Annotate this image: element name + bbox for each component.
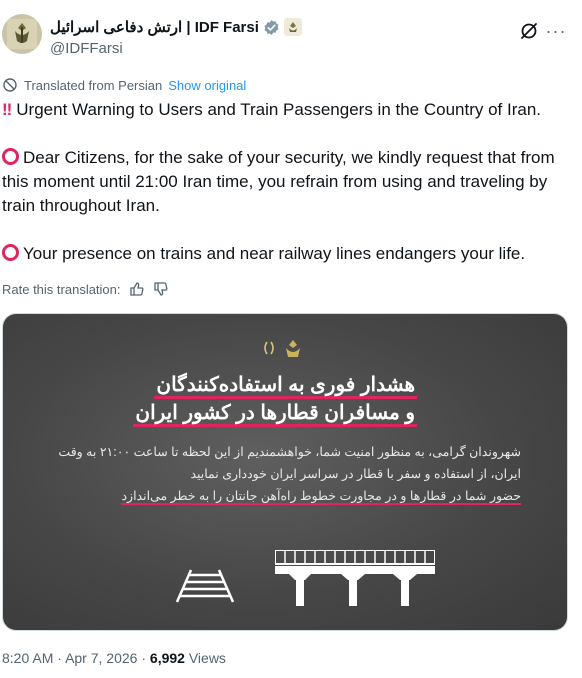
show-original-link[interactable]: Show original: [168, 78, 246, 93]
rate-label: Rate this translation:: [2, 281, 121, 297]
account-handle[interactable]: @IDFFarsi: [50, 40, 123, 57]
tweet-meta: 8:20 AM · Apr 7, 2026 · 6,992 Views: [2, 650, 226, 666]
media-headline: هشدار فوری به استفاده‌کنندگان و مسافران …: [133, 372, 417, 428]
railway-track-icon: [175, 569, 235, 603]
tweet-paragraph-3: Your presence on trains and near railway…: [2, 242, 572, 266]
translated-label: Translated from Persian: [24, 77, 163, 93]
tweet-paragraph-2: Dear Citizens, for the sake of your secu…: [2, 148, 555, 215]
views-label: Views: [188, 650, 226, 666]
translate-icon: [3, 78, 17, 92]
display-name-row: ارتش دفاعی اسرائیل | IDF Farsi: [50, 18, 302, 36]
tweet-time[interactable]: 8:20 AM: [2, 650, 53, 666]
tweet-paragraph-1: ‼ Urgent Warning to Users and Train Passe…: [2, 100, 542, 119]
idf-emblem-icon: [7, 19, 37, 49]
bridge-icon: [275, 550, 435, 606]
thumbs-down-icon[interactable]: [153, 281, 169, 297]
media-body-text: شهروندان گرامی، به منظور امنیت شما، خواه…: [58, 445, 521, 505]
verified-badge-icon: [264, 19, 279, 35]
avatar[interactable]: [2, 14, 42, 54]
display-name[interactable]: ارتش دفاعی اسرائیل | IDF Farsi: [50, 18, 259, 36]
grok-button[interactable]: [518, 20, 540, 42]
translation-notice: Translated from Persian Show original: [2, 77, 246, 93]
tweet-header: ارتش دفاعی اسرائیل | IDF Farsi @IDFFarsi…: [0, 10, 582, 60]
tweet-date[interactable]: Apr 7, 2026: [65, 650, 137, 666]
affiliate-badge-icon[interactable]: [283, 18, 302, 36]
tweet-media-image[interactable]: هشدار فوری به استفاده‌کنندگان و مسافران …: [2, 313, 568, 631]
rate-translation: Rate this translation:: [2, 281, 169, 297]
double-exclamation-icon: ‼: [2, 100, 13, 119]
idf-logo-icon: [264, 340, 300, 357]
red-circle-icon: [2, 244, 19, 261]
more-icon[interactable]: ···: [544, 20, 568, 42]
grok-icon: [521, 23, 537, 39]
views-count: 6,992: [149, 650, 185, 666]
red-circle-icon: [2, 148, 19, 165]
thumbs-up-icon[interactable]: [129, 281, 145, 297]
tweet-text: ‼ Urgent Warning to Users and Train Passe…: [2, 98, 572, 266]
